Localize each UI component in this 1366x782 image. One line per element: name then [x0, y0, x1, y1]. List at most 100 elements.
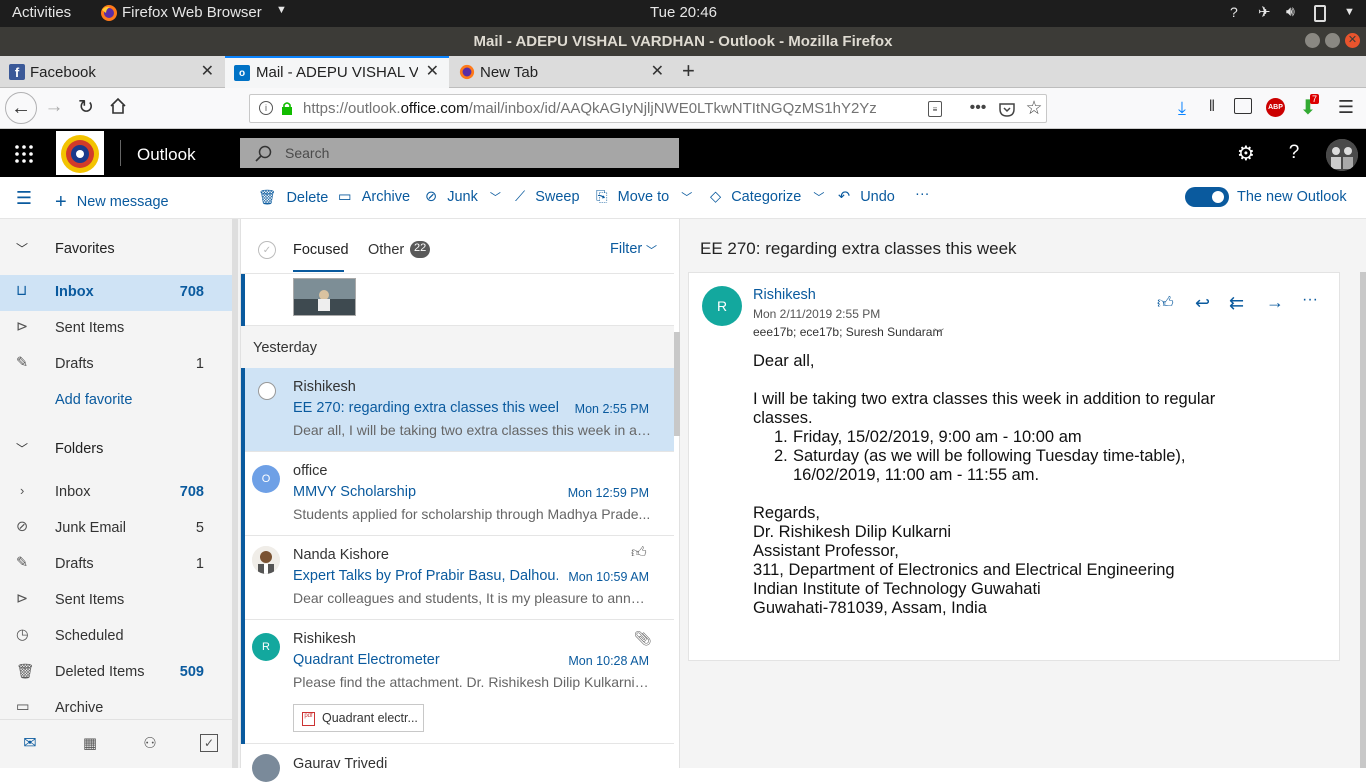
more-actions-icon[interactable]: ···	[1302, 291, 1318, 309]
network-icon[interactable]: ?	[1230, 4, 1238, 20]
activities-button[interactable]: Activities	[12, 4, 71, 21]
sender-avatar[interactable]: O	[252, 465, 280, 493]
move-to-button[interactable]: ⎘ Move to ﹀	[596, 189, 692, 205]
tasks-icon[interactable]: ✓	[200, 734, 218, 752]
user-avatar[interactable]	[1326, 139, 1358, 171]
folder-pane-scrollbar[interactable]	[232, 219, 238, 768]
sweep-label: Sweep	[535, 189, 580, 205]
adblock-icon[interactable]: ABP	[1266, 98, 1285, 117]
add-favorite-link[interactable]: Add favorite	[0, 383, 232, 419]
folder-item-junk[interactable]: ⊘ Junk Email 5	[0, 511, 232, 547]
folders-header[interactable]: ﹀ Folders	[0, 432, 232, 468]
tab-focused[interactable]: Focused	[293, 242, 349, 258]
categorize-button[interactable]: ◇ Categorize ﹀	[710, 189, 824, 205]
lock-icon[interactable]	[280, 100, 294, 116]
new-outlook-toggle[interactable]	[1185, 187, 1229, 207]
airplane-icon[interactable]: ✈	[1258, 3, 1271, 21]
expand-recipients-icon[interactable]: ﹀	[934, 325, 944, 340]
select-all-checkbox[interactable]: ✓	[258, 241, 276, 259]
favorites-header[interactable]: ﹀ Favorites	[0, 232, 232, 268]
favorite-item-inbox[interactable]: ⊔ Inbox 708	[0, 275, 232, 311]
filter-button[interactable]: Filter	[610, 241, 642, 257]
info-icon[interactable]: i	[259, 101, 273, 115]
folder-item-deleted[interactable]: 🗑︎ Deleted Items 509	[0, 655, 232, 691]
minimize-button[interactable]	[1305, 33, 1320, 48]
calendar-icon[interactable]: ▦	[80, 734, 100, 752]
close-tab-icon[interactable]: ✕	[651, 61, 664, 81]
url-text[interactable]: https://outlook.office.com/mail/inbox/id…	[303, 100, 893, 117]
institute-logo[interactable]	[56, 131, 104, 175]
sender-name[interactable]: Rishikesh	[753, 287, 816, 303]
battery-icon[interactable]	[1314, 5, 1326, 22]
delete-button[interactable]: 🗑︎ Delete	[258, 189, 328, 206]
help-icon[interactable]: ?	[1284, 142, 1304, 164]
attachment-thumbnail[interactable]	[293, 278, 356, 316]
mail-icon[interactable]: ✉	[20, 734, 40, 752]
select-checkbox[interactable]	[258, 382, 276, 400]
downloads-icon[interactable]: ⤓	[1172, 96, 1192, 120]
sidebar-icon[interactable]	[1234, 98, 1252, 114]
more-commands-button[interactable]: ···	[915, 186, 930, 202]
list-item[interactable]: Gaurav Trivedi	[241, 744, 674, 782]
tab-new-tab[interactable]: New Tab ✕	[450, 56, 674, 88]
sender-avatar[interactable]: R	[702, 286, 742, 326]
maximize-button[interactable]	[1325, 33, 1340, 48]
reading-pane-scrollbar[interactable]	[1360, 272, 1366, 768]
new-tab-button[interactable]: +	[682, 58, 695, 84]
list-item[interactable]: Rishikesh EE 270: regarding extra classe…	[241, 368, 674, 452]
sender: Rishikesh	[293, 631, 356, 647]
collapse-nav-icon[interactable]: ☰	[14, 188, 34, 208]
new-message-button[interactable]: + New message	[55, 189, 169, 213]
attachment-chip[interactable]: pdf Quadrant electr...	[293, 704, 424, 732]
tab-other[interactable]: Other	[368, 242, 404, 258]
tab-outlook[interactable]: o Mail - ADEPU VISHAL VARDHAN ✕	[225, 56, 449, 88]
clock[interactable]: Tue 20:46	[650, 4, 717, 21]
page-actions-icon[interactable]: •••	[968, 98, 988, 118]
url-bar[interactable]: i https://outlook.office.com/mail/inbox/…	[249, 94, 1047, 123]
close-window-button[interactable]: ✕	[1345, 33, 1360, 48]
junk-button[interactable]: ⊘ Junk ﹀	[425, 189, 501, 205]
forward-icon[interactable]: →	[1266, 292, 1284, 313]
archive-button[interactable]: ▭ Archive	[338, 189, 410, 205]
sender-avatar[interactable]	[252, 754, 280, 782]
settings-gear-icon[interactable]: ⚙	[1236, 143, 1256, 165]
favorite-item-drafts[interactable]: ✎ Drafts 1	[0, 347, 232, 383]
forward-button[interactable]: →	[42, 95, 66, 119]
folder-item-drafts[interactable]: ✎ Drafts 1	[0, 547, 232, 583]
pocket-icon[interactable]	[998, 100, 1016, 118]
list-item[interactable]: R Rishikesh 📎︎ Quadrant Electrometer Mon…	[241, 620, 674, 744]
list-item[interactable]: O office MMVY Scholarship Mon 12:59 PM S…	[241, 452, 674, 536]
recipients[interactable]: eee17b; ece17b; Suresh Sundaram	[753, 325, 942, 339]
close-tab-icon[interactable]: ✕	[201, 61, 214, 81]
folder-item-scheduled[interactable]: ◷ Scheduled	[0, 619, 232, 655]
volume-icon[interactable]: 🔊︎	[1286, 3, 1295, 20]
undo-button[interactable]: ↶ Undo	[838, 189, 895, 205]
search-box[interactable]: Search	[240, 138, 679, 168]
home-button[interactable]	[106, 94, 130, 118]
back-button[interactable]: ←	[5, 92, 37, 124]
reply-all-icon[interactable]: ⇇	[1229, 293, 1244, 314]
favorite-item-sent[interactable]: ⊳ Sent Items	[0, 311, 232, 347]
reader-view-icon[interactable]: ≡	[928, 101, 942, 117]
library-icon[interactable]: 𝍪	[1202, 96, 1222, 120]
reload-button[interactable]: ↻	[74, 95, 98, 119]
sender-avatar[interactable]	[252, 546, 280, 574]
outlook-brand[interactable]: Outlook	[137, 145, 196, 165]
folder-item-sent[interactable]: ⊳ Sent Items	[0, 583, 232, 619]
sender-avatar[interactable]: R	[252, 633, 280, 661]
list-item-partial[interactable]	[241, 274, 674, 326]
people-icon[interactable]: ⚇	[140, 734, 160, 752]
tab-facebook[interactable]: f Facebook ✕	[0, 56, 224, 88]
folder-item-inbox[interactable]: › Inbox 708	[0, 475, 232, 511]
sweep-button[interactable]: ⟋ Sweep	[515, 189, 580, 205]
bookmark-star-icon[interactable]: ☆	[1024, 97, 1044, 119]
hamburger-menu-icon[interactable]: ☰	[1336, 96, 1356, 118]
list-item[interactable]: Nanda Kishore 👍︎ Expert Talks by Prof Pr…	[241, 536, 674, 620]
like-icon[interactable]: 👍︎	[1157, 294, 1174, 313]
close-tab-icon[interactable]: ✕	[426, 61, 439, 81]
app-launcher-icon[interactable]	[14, 144, 34, 164]
like-icon[interactable]: 👍︎	[631, 544, 647, 562]
app-menu[interactable]: Firefox Web Browser	[122, 4, 262, 21]
reply-icon[interactable]: ↩	[1195, 293, 1210, 314]
system-menu-caret-icon[interactable]: ▼	[1344, 6, 1355, 18]
